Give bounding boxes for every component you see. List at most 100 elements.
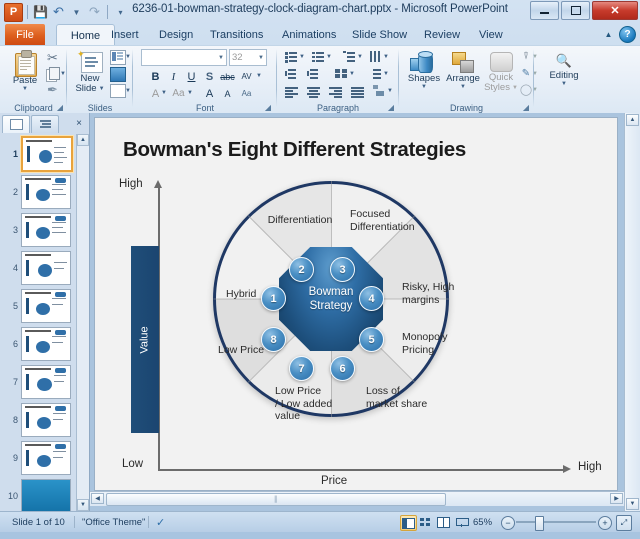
new-slide-dropdown-icon[interactable]: ▼ bbox=[99, 86, 105, 92]
new-slide-button[interactable]: ✦ New Slide ▼ bbox=[73, 49, 107, 94]
tab-transitions[interactable]: Transitions bbox=[203, 24, 270, 45]
change-case-button[interactable]: Aa bbox=[171, 86, 186, 101]
quick-styles-button[interactable]: Quick Styles ▼ bbox=[483, 51, 519, 93]
thumbnail-slide-3[interactable]: 3 bbox=[0, 212, 78, 248]
reset-button[interactable] bbox=[110, 66, 126, 82]
strikethrough-button[interactable]: abc bbox=[220, 69, 235, 84]
node-8[interactable]: 8 bbox=[261, 327, 286, 352]
close-button[interactable]: ✕ bbox=[592, 1, 638, 20]
scroll-right-button[interactable]: ▶ bbox=[610, 493, 623, 504]
font-name-input[interactable]: ▼ bbox=[141, 49, 227, 66]
cut-icon[interactable]: ✂ bbox=[45, 50, 60, 65]
numbering-button[interactable]: ▼ bbox=[312, 51, 332, 62]
text-direction-button[interactable]: ▼ bbox=[369, 51, 389, 62]
increase-indent-button[interactable] bbox=[307, 68, 320, 79]
text-shadow-button[interactable]: S bbox=[202, 69, 217, 84]
quick-styles-dropdown-icon[interactable]: ▼ bbox=[512, 85, 518, 91]
tab-review[interactable]: Review bbox=[417, 24, 467, 45]
paste-dropdown-icon[interactable]: ▼ bbox=[22, 86, 28, 92]
character-spacing-dropdown-icon[interactable]: ▼ bbox=[256, 72, 262, 80]
tab-slide-show[interactable]: Slide Show bbox=[345, 24, 414, 45]
close-pane-button[interactable]: × bbox=[71, 115, 87, 132]
scroll-up-button[interactable]: ▲ bbox=[77, 134, 89, 146]
columns-button[interactable]: ▼ bbox=[335, 68, 355, 79]
shape-effects-icon[interactable]: ◯ bbox=[519, 83, 533, 96]
font-dialog-launcher[interactable]: ◢ bbox=[265, 103, 271, 112]
character-spacing-button[interactable]: AV bbox=[239, 69, 254, 84]
align-text-button[interactable]: ▼ bbox=[369, 68, 389, 79]
thumbnail-slide-6[interactable]: 6 bbox=[0, 326, 78, 362]
collapse-ribbon-icon[interactable]: ▲ bbox=[602, 28, 615, 41]
copy-icon[interactable] bbox=[45, 67, 60, 82]
thumbnail-slide-8[interactable]: 8 bbox=[0, 402, 78, 438]
slide-title[interactable]: Bowman's Eight Different Strategies bbox=[123, 138, 466, 162]
zoom-level[interactable]: 65% bbox=[473, 515, 492, 529]
minimize-button[interactable] bbox=[530, 1, 559, 20]
shape-fill-icon[interactable]: ⍒ bbox=[519, 50, 533, 63]
editing-dropdown-icon[interactable]: ▼ bbox=[561, 81, 567, 87]
slide-counter[interactable]: Slide 1 of 10 bbox=[12, 515, 65, 529]
tab-design[interactable]: Design bbox=[152, 24, 200, 45]
tab-animations[interactable]: Animations bbox=[275, 24, 343, 45]
view-slide-show-button[interactable] bbox=[454, 515, 469, 529]
line-spacing-dropdown-icon[interactable]: ▼ bbox=[357, 54, 363, 60]
align-left-button[interactable] bbox=[285, 86, 298, 98]
zoom-out-button[interactable]: − bbox=[501, 516, 515, 530]
thumbnail-list[interactable]: 1 2 3 4 5 6 7 8 9 10 bbox=[0, 134, 78, 511]
thumbnail-slide-9[interactable]: 9 bbox=[0, 440, 78, 476]
center-button[interactable] bbox=[307, 86, 320, 98]
line-spacing-button[interactable]: ▼ bbox=[343, 51, 363, 62]
thumbnail-slide-7[interactable]: 7 bbox=[0, 364, 78, 400]
font-name-dropdown-icon[interactable]: ▼ bbox=[216, 55, 224, 61]
layout-button[interactable] bbox=[110, 49, 126, 65]
columns-dropdown-icon[interactable]: ▼ bbox=[349, 71, 355, 77]
node-4[interactable]: 4 bbox=[359, 286, 384, 311]
tab-file[interactable]: File bbox=[5, 24, 45, 45]
thumbnail-slide-2[interactable]: 2 bbox=[0, 174, 78, 210]
tab-view[interactable]: View bbox=[472, 24, 510, 45]
node-7[interactable]: 7 bbox=[289, 356, 314, 381]
vertical-scrollbar[interactable]: ▲ ▼ bbox=[624, 113, 640, 511]
help-icon[interactable]: ? bbox=[619, 26, 636, 43]
thumbnail-slide-1[interactable]: 1 bbox=[0, 136, 78, 172]
shrink-font-button[interactable]: A bbox=[220, 86, 235, 101]
convert-to-smartart-button[interactable]: ▼ bbox=[373, 85, 393, 96]
horizontal-scrollbar[interactable]: ◀ ║ ▶ bbox=[90, 491, 624, 506]
node-1[interactable]: 1 bbox=[261, 286, 286, 311]
node-2[interactable]: 2 bbox=[289, 257, 314, 282]
fit-to-window-button[interactable]: ⤢ bbox=[616, 515, 632, 531]
theme-name[interactable]: "Office Theme" bbox=[82, 515, 145, 529]
thumbnail-slide-4[interactable]: 4 bbox=[0, 250, 78, 286]
tab-outline[interactable] bbox=[31, 115, 59, 133]
justify-button[interactable] bbox=[351, 86, 364, 98]
tab-insert[interactable]: Insert bbox=[104, 24, 146, 45]
node-5[interactable]: 5 bbox=[359, 327, 384, 352]
editing-button[interactable]: 🔍 Editing ▼ bbox=[544, 54, 584, 87]
grow-font-button[interactable]: A bbox=[202, 86, 217, 101]
font-size-input[interactable]: 32 ▼ bbox=[229, 49, 267, 66]
bold-button[interactable]: B bbox=[148, 69, 163, 84]
change-case-dropdown-icon[interactable]: ▼ bbox=[187, 89, 193, 97]
thumbnail-slide-5[interactable]: 5 bbox=[0, 288, 78, 324]
arrange-button[interactable]: Arrange ▼ bbox=[444, 50, 482, 90]
shapes-button[interactable]: Shapes ▼ bbox=[405, 50, 443, 90]
layout-dropdown-icon[interactable]: ▼ bbox=[125, 53, 131, 61]
font-color-dropdown-icon[interactable]: ▼ bbox=[161, 89, 167, 97]
numbering-dropdown-icon[interactable]: ▼ bbox=[326, 54, 332, 60]
node-6[interactable]: 6 bbox=[330, 356, 355, 381]
spellcheck-icon[interactable]: ✓ bbox=[156, 515, 165, 529]
paragraph-dialog-launcher[interactable]: ◢ bbox=[388, 103, 394, 112]
slides-pane-scrollbar[interactable]: ▲ ▼ bbox=[76, 134, 89, 511]
maximize-button[interactable] bbox=[561, 1, 590, 20]
text-direction-dropdown-icon[interactable]: ▼ bbox=[383, 54, 389, 60]
thumbnail-slide-10[interactable]: 10 bbox=[0, 478, 78, 511]
italic-button[interactable]: I bbox=[166, 69, 181, 84]
format-painter-icon[interactable]: ✒ bbox=[45, 82, 60, 97]
paste-button[interactable]: Paste ▼ bbox=[8, 50, 42, 92]
bullets-button[interactable]: ▼ bbox=[285, 51, 305, 63]
scroll-left-button[interactable]: ◀ bbox=[91, 493, 104, 504]
scroll-down-button[interactable]: ▼ bbox=[77, 499, 89, 511]
font-size-dropdown-icon[interactable]: ▼ bbox=[256, 55, 264, 61]
align-text-dropdown-icon[interactable]: ▼ bbox=[383, 71, 389, 77]
view-reading-button[interactable] bbox=[436, 515, 451, 529]
